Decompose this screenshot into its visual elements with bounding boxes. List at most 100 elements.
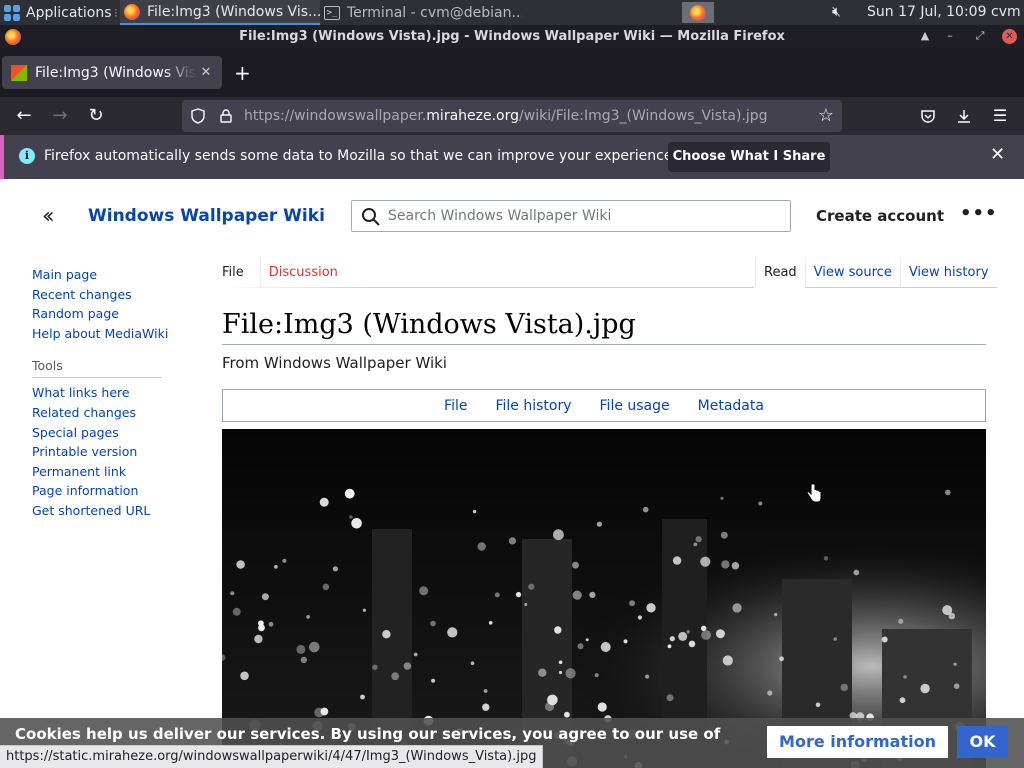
tools-item-special-pages[interactable]: Special pages: [32, 423, 172, 443]
bokeh-light: [715, 629, 725, 639]
tab-file[interactable]: File: [222, 259, 244, 288]
bokeh-light: [596, 521, 602, 527]
bokeh-light: [646, 603, 656, 613]
taskbar-terminal-label: Terminal - cvm@debian...: [347, 4, 522, 21]
url-path: /wiki/File:Img3_(Windows_Vista).jpg: [519, 108, 768, 124]
maximize-button[interactable]: ⤢: [972, 28, 988, 44]
sidebar-item-recent-changes[interactable]: Recent changes: [32, 285, 172, 305]
bokeh-light: [320, 707, 329, 716]
bokeh-light: [296, 644, 306, 654]
bookmark-star-icon[interactable]: ☆: [818, 105, 834, 126]
app-menu-icon[interactable]: ☰: [989, 105, 1011, 127]
choose-what-i-share-button[interactable]: Choose What I Share: [668, 142, 830, 172]
file-toc-file-usage[interactable]: File usage: [600, 398, 670, 414]
search-icon: [362, 208, 380, 226]
taskbar-terminal[interactable]: >_ Terminal - cvm@debian...: [322, 0, 522, 25]
tools-item-permanent-link[interactable]: Permanent link: [32, 462, 172, 482]
tools-item-related-changes[interactable]: Related changes: [32, 403, 172, 423]
bokeh-light: [666, 694, 674, 702]
sidebar-item-random-page[interactable]: Random page: [32, 304, 172, 324]
bokeh-light: [268, 621, 274, 627]
shade-icon[interactable]: ▲: [917, 28, 933, 44]
collapse-sidebar-icon[interactable]: ‹‹: [42, 204, 54, 229]
bokeh-light: [430, 620, 436, 627]
url-text[interactable]: https://windowswallpaper.miraheze.org/wi…: [244, 100, 768, 132]
bokeh-light: [545, 701, 555, 712]
bokeh-light: [362, 608, 366, 612]
applications-menu[interactable]: Applications: [4, 0, 112, 25]
search-input[interactable]: Search Windows Wallpaper Wiki: [351, 200, 791, 232]
tracking-protection-icon[interactable]: [191, 108, 205, 124]
sidebar-item-main-page[interactable]: Main page: [32, 265, 172, 285]
user-menu[interactable]: cvm: [991, 0, 1021, 25]
bokeh-light: [413, 652, 418, 657]
bokeh-light: [538, 668, 547, 677]
more-options-icon[interactable]: •••: [960, 203, 998, 224]
tab-view-history[interactable]: View history: [899, 259, 997, 288]
close-notification-icon[interactable]: ✕: [990, 145, 1005, 165]
url-bar[interactable]: https://windowswallpaper.miraheze.org/wi…: [182, 100, 842, 132]
sidebar-item-help[interactable]: Help about MediaWiki: [32, 324, 172, 344]
bokeh-light: [722, 655, 733, 666]
close-tab-icon[interactable]: ✕: [196, 65, 216, 80]
url-domain: miraheze.org: [426, 108, 520, 124]
hand-cursor-icon: [806, 483, 822, 503]
bokeh-light: [731, 562, 740, 570]
reload-button[interactable]: ↻: [85, 105, 107, 127]
bokeh-light: [431, 678, 436, 683]
tab-read[interactable]: Read: [755, 259, 805, 288]
forward-button[interactable]: →: [49, 105, 71, 127]
ok-button[interactable]: OK: [957, 726, 1008, 758]
bokeh-light: [447, 627, 458, 638]
bokeh-light: [470, 661, 475, 665]
volume-muted-icon[interactable]: 🔇︎: [832, 4, 841, 20]
bokeh-light: [678, 631, 688, 641]
tray-firefox[interactable]: [682, 2, 714, 23]
bokeh-light: [815, 702, 821, 708]
bokeh-light: [623, 639, 628, 644]
browser-tab[interactable]: File:Img3 (Windows Vista).jpg ✕: [2, 56, 222, 89]
bokeh-light: [720, 496, 724, 500]
more-information-button[interactable]: More information: [767, 726, 948, 758]
bokeh-light: [693, 542, 698, 547]
bokeh-light: [230, 591, 235, 596]
tools-item-get-shortened-url[interactable]: Get shortened URL: [32, 501, 172, 521]
site-favicon-icon: [11, 64, 27, 81]
bokeh-light: [700, 556, 711, 567]
bokeh-light: [597, 702, 607, 712]
bokeh-light: [528, 583, 535, 590]
tools-item-printable-version[interactable]: Printable version: [32, 442, 172, 462]
tab-discussion[interactable]: Discussion: [259, 259, 338, 288]
tools-item-what-links-here[interactable]: What links here: [32, 383, 172, 403]
bokeh-light: [953, 683, 960, 689]
pocket-icon[interactable]: [917, 105, 939, 127]
file-toc-file[interactable]: File: [444, 398, 467, 414]
lock-icon[interactable]: [220, 109, 232, 123]
bokeh-light: [554, 626, 562, 634]
back-button[interactable]: ←: [13, 105, 35, 127]
namespace-tabs: File Discussion: [222, 259, 354, 288]
close-window-button[interactable]: ✕: [1002, 29, 1017, 44]
minimize-button[interactable]: –: [942, 28, 958, 44]
file-toc-file-history[interactable]: File history: [495, 398, 571, 414]
create-account-link[interactable]: Create account: [816, 207, 944, 225]
bokeh-light: [274, 565, 278, 569]
tab-title: File:Img3 (Windows Vista).jpg: [35, 64, 196, 81]
tools-item-page-information[interactable]: Page information: [32, 481, 172, 501]
bokeh-light: [572, 561, 579, 569]
bokeh-light: [898, 618, 904, 624]
clock[interactable]: Sun 17 Jul, 10:09: [867, 0, 987, 25]
taskbar-firefox[interactable]: File:Img3 (Windows Vis...: [120, 0, 320, 25]
downloads-icon[interactable]: [953, 105, 975, 127]
file-toc-metadata[interactable]: Metadata: [698, 398, 764, 414]
bokeh-light: [472, 509, 477, 514]
bokeh-light: [553, 529, 564, 541]
site-name-link[interactable]: Windows Wallpaper Wiki: [88, 206, 325, 226]
applications-icon: [4, 4, 20, 21]
bokeh-light: [774, 613, 778, 617]
bokeh-light: [840, 683, 848, 692]
info-icon: i: [19, 148, 35, 164]
tab-view-source[interactable]: View source: [804, 259, 900, 288]
new-tab-button[interactable]: +: [234, 63, 251, 83]
desktop-panel: Applications ⁝ File:Img3 (Windows Vis...…: [0, 0, 1024, 25]
